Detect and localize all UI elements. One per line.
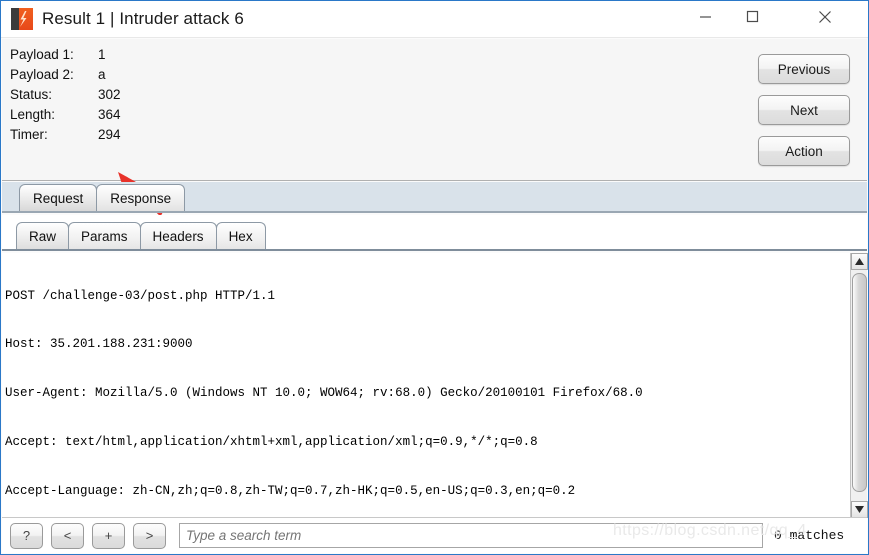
scrollbar-thumb[interactable] bbox=[852, 273, 867, 492]
search-input[interactable] bbox=[179, 523, 763, 548]
tab-headers[interactable]: Headers bbox=[139, 222, 217, 249]
maximize-button[interactable] bbox=[729, 1, 775, 32]
field-value: 1 bbox=[98, 47, 106, 62]
tab-request[interactable]: Request bbox=[19, 184, 98, 211]
field-row-payload-2: Payload 2: a bbox=[10, 67, 121, 87]
minimize-button[interactable] bbox=[682, 1, 728, 32]
tab-hex[interactable]: Hex bbox=[215, 222, 266, 249]
window-title: Result 1 | Intruder attack 6 bbox=[42, 9, 244, 28]
field-row-timer: Timer: 294 bbox=[10, 127, 121, 147]
title-bar: Result 1 | Intruder attack 6 bbox=[1, 1, 868, 38]
close-button[interactable] bbox=[802, 1, 848, 32]
find-previous-button[interactable]: < bbox=[51, 522, 84, 549]
field-label: Payload 2: bbox=[10, 67, 74, 82]
find-next-button[interactable]: > bbox=[133, 522, 166, 549]
request-line: POST /challenge-03/post.php HTTP/1.1 bbox=[5, 288, 276, 303]
match-count-label: 0 matches bbox=[774, 528, 845, 543]
request-line: Host: 35.201.188.231:9000 bbox=[5, 337, 193, 352]
field-value: 364 bbox=[98, 107, 121, 122]
result-field-list: Payload 1: 1 Payload 2: a Status: 302 Le… bbox=[10, 47, 121, 147]
tab-raw[interactable]: Raw bbox=[16, 222, 70, 249]
search-input-wrapper bbox=[179, 523, 763, 548]
tab-params[interactable]: Params bbox=[68, 222, 141, 249]
message-tab-strip: Request Response bbox=[2, 182, 867, 213]
next-button[interactable]: Next bbox=[758, 95, 850, 125]
burp-suite-icon bbox=[11, 8, 33, 30]
request-line: Accept: text/html,application/xhtml+xml,… bbox=[5, 435, 538, 450]
view-tab-strip: Raw Params Headers Hex bbox=[2, 215, 867, 251]
field-row-status: Status: 302 bbox=[10, 87, 121, 107]
scroll-up-icon[interactable] bbox=[851, 253, 868, 270]
field-label: Payload 1: bbox=[10, 47, 74, 62]
field-value: 302 bbox=[98, 87, 121, 102]
help-button[interactable]: ? bbox=[10, 522, 43, 549]
previous-button[interactable]: Previous bbox=[758, 54, 850, 84]
field-label: Length: bbox=[10, 107, 56, 122]
search-bar: ? < + > 0 matches bbox=[2, 517, 867, 553]
raw-request-viewer[interactable]: POST /challenge-03/post.php HTTP/1.1 Hos… bbox=[2, 253, 867, 518]
request-line: User-Agent: Mozilla/5.0 (Windows NT 10.0… bbox=[5, 386, 643, 401]
tab-response[interactable]: Response bbox=[96, 184, 186, 211]
burp-intruder-result-window: Result 1 | Intruder attack 6 Payload 1: … bbox=[0, 0, 869, 555]
field-value: a bbox=[98, 67, 106, 82]
field-label: Status: bbox=[10, 87, 53, 102]
add-search-button[interactable]: + bbox=[92, 522, 125, 549]
raw-request-text: POST /challenge-03/post.php HTTP/1.1 Hos… bbox=[5, 255, 835, 518]
action-button[interactable]: Action bbox=[758, 136, 850, 166]
field-value: 294 bbox=[98, 127, 121, 142]
scroll-down-icon[interactable] bbox=[851, 501, 868, 518]
request-line: Accept-Language: zh-CN,zh;q=0.8,zh-TW;q=… bbox=[5, 484, 576, 499]
result-summary-panel: Payload 1: 1 Payload 2: a Status: 302 Le… bbox=[2, 39, 867, 216]
field-row-length: Length: 364 bbox=[10, 107, 121, 127]
field-label: Timer: bbox=[10, 127, 48, 142]
vertical-scrollbar[interactable] bbox=[850, 253, 868, 518]
field-row-payload-1: Payload 1: 1 bbox=[10, 47, 121, 67]
